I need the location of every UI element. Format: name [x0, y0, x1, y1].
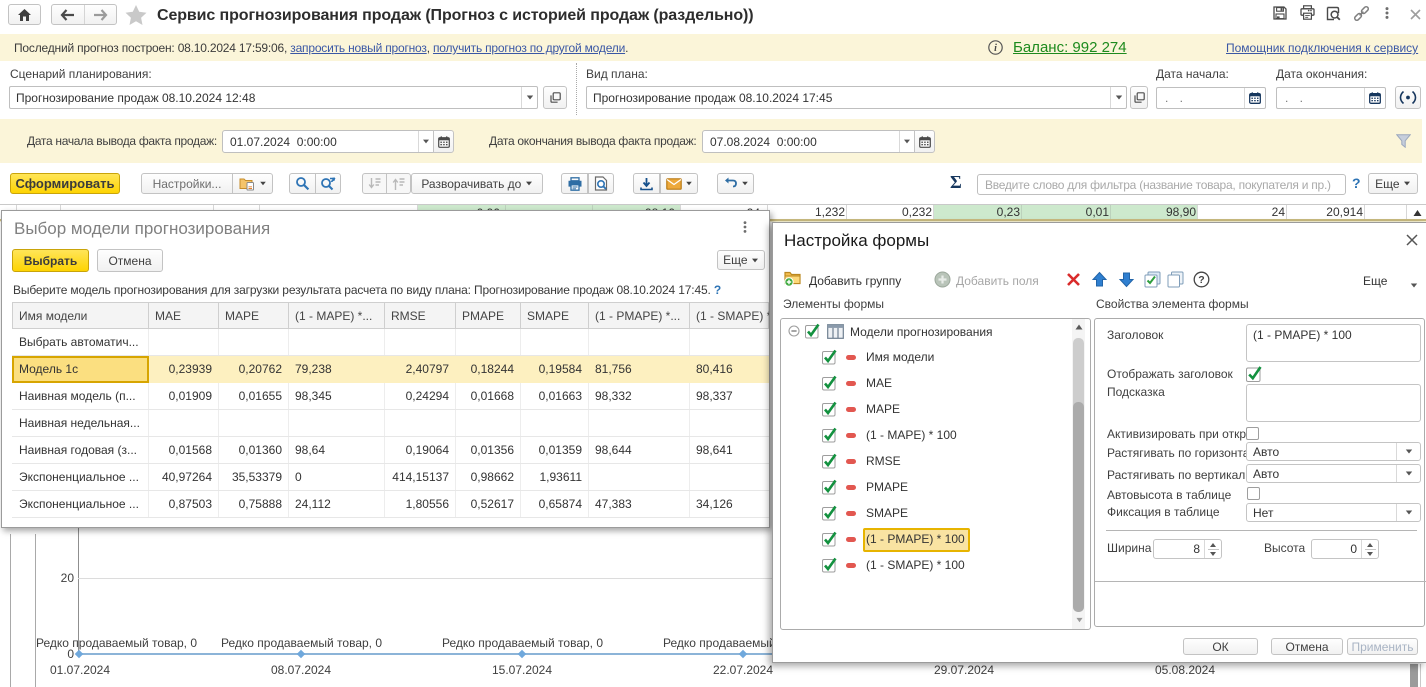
svg-text:?: ? [1198, 274, 1204, 286]
svg-text:i: i [994, 43, 997, 54]
